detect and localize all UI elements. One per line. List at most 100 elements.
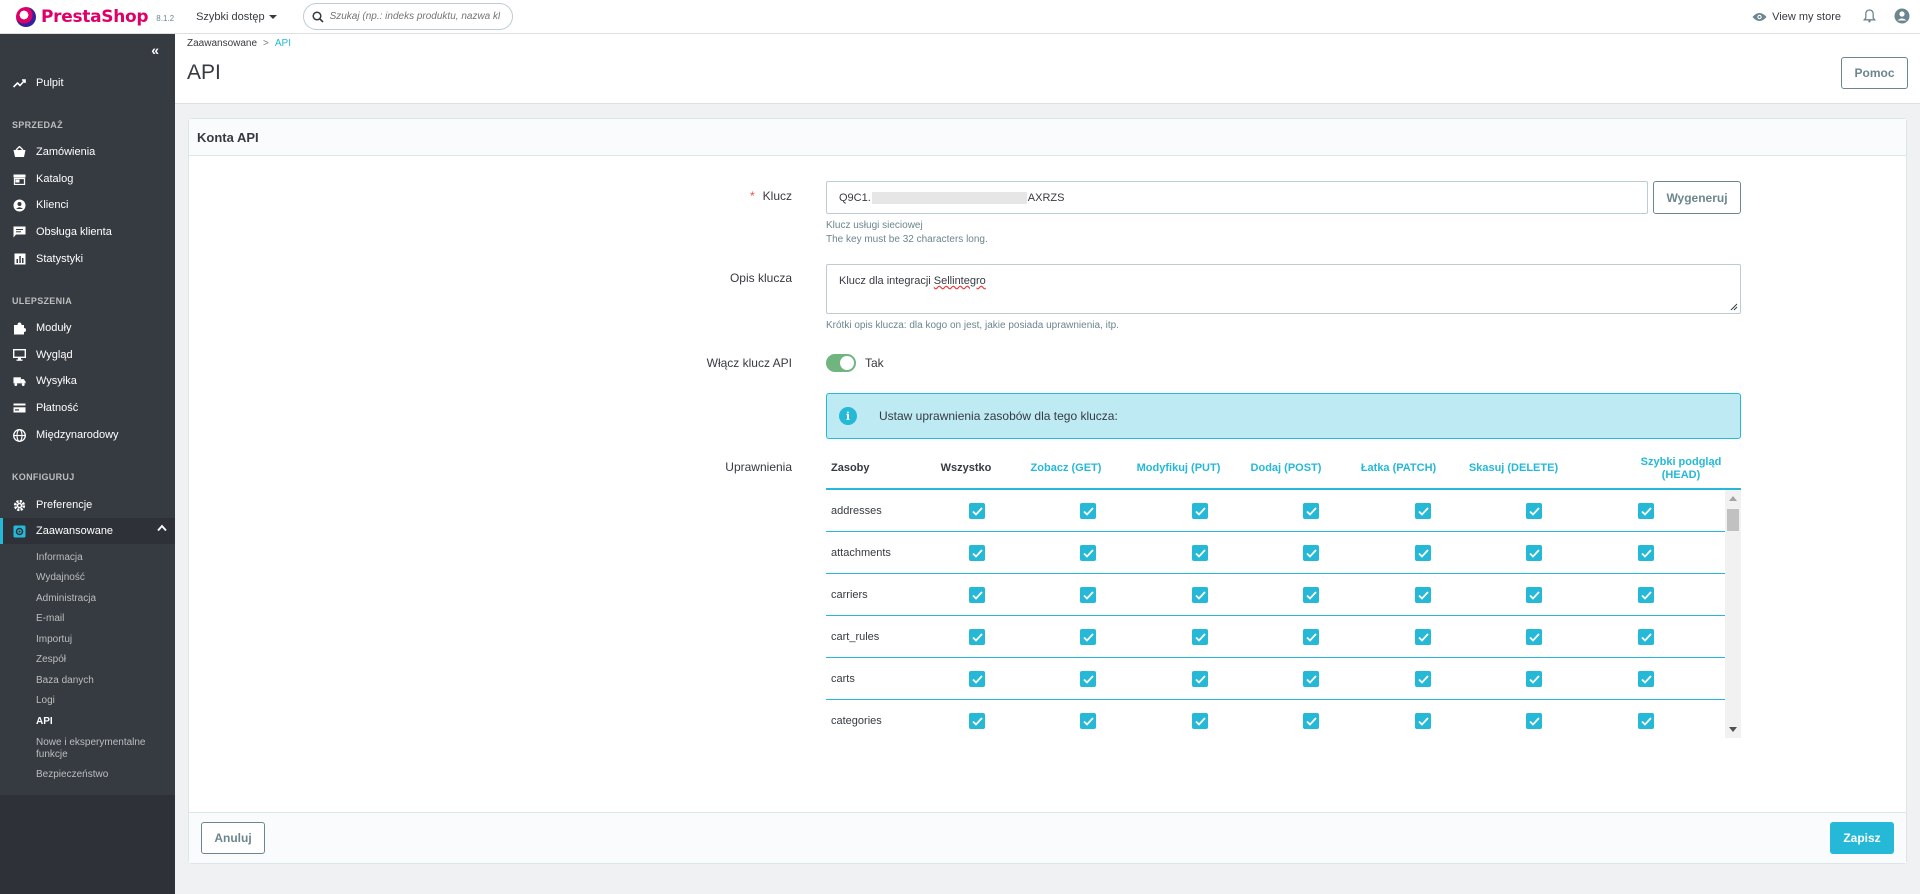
search-box[interactable] [302,3,513,30]
sidebar-item-stats[interactable]: Statystyki [0,248,175,270]
checkbox-delete[interactable] [1526,713,1542,729]
checkbox-all[interactable] [969,545,985,561]
permissions-label: Uprawnienia [725,460,792,474]
checkbox-post[interactable] [1303,587,1319,603]
checkbox-put[interactable] [1192,503,1208,519]
checkbox-put[interactable] [1192,713,1208,729]
collapse-sidebar-icon[interactable]: « [151,42,159,58]
checkbox-head[interactable] [1638,587,1654,603]
checkbox-post[interactable] [1303,713,1319,729]
sidebar-item-shipping[interactable]: Wysyłka [0,370,175,392]
checkbox-head[interactable] [1638,503,1654,519]
sidebar-item-design[interactable]: Wygląd [0,344,175,366]
subnav-new-experimental-features[interactable]: Nowe i eksperymentalne funkcje [36,737,166,761]
help-button[interactable]: Pomoc [1841,57,1908,89]
checkbox-patch[interactable] [1415,545,1431,561]
scroll-down-arrow-icon[interactable] [1729,727,1737,732]
checkbox-get[interactable] [1080,587,1096,603]
prestashop-logo[interactable]: PrestaShop 8.1.2 [16,6,174,27]
sidebar-item-dashboard[interactable]: Pulpit [0,72,175,94]
sidebar-item-customers[interactable]: Klienci [0,194,175,216]
checkbox-get[interactable] [1080,713,1096,729]
checkbox-head[interactable] [1638,671,1654,687]
col-post[interactable]: Dodaj (POST) [1236,449,1336,488]
checkbox-put[interactable] [1192,671,1208,687]
checkbox-all[interactable] [969,587,985,603]
search-input[interactable] [329,11,500,22]
cancel-button[interactable]: Anuluj [201,822,265,854]
save-button[interactable]: Zapisz [1830,822,1894,854]
permissions-scrollbar[interactable] [1725,490,1741,738]
checkbox-all[interactable] [969,671,985,687]
checkbox-put[interactable] [1192,587,1208,603]
checkbox-delete[interactable] [1526,545,1542,561]
checkbox-patch[interactable] [1415,629,1431,645]
checkbox-put[interactable] [1192,545,1208,561]
sidebar-item-preferences[interactable]: Preferencje [0,494,175,516]
checkbox-get[interactable] [1080,629,1096,645]
subnav-import[interactable]: Importuj [36,634,72,646]
checkbox-delete[interactable] [1526,503,1542,519]
checkbox-get[interactable] [1080,503,1096,519]
checkbox-put[interactable] [1192,629,1208,645]
checkbox-get[interactable] [1080,671,1096,687]
checkmark-icon [1082,632,1094,642]
sidebar-item-customer-service[interactable]: Obsługa klienta [0,221,175,243]
checkbox-patch[interactable] [1415,713,1431,729]
subnav-email[interactable]: E-mail [36,613,64,625]
sidebar-item-international[interactable]: Międzynarodowy [0,424,175,446]
sidebar-item-payment[interactable]: Płatność [0,397,175,419]
subnav-performance[interactable]: Wydajność [36,572,85,584]
user-account-icon[interactable] [1894,8,1910,27]
col-get[interactable]: Zobacz (GET) [1011,449,1121,488]
page-title: API [187,61,221,84]
checkbox-head[interactable] [1638,545,1654,561]
subnav-logs[interactable]: Logi [36,695,55,707]
col-put[interactable]: Modyfikuj (PUT) [1121,449,1236,488]
subnav-team[interactable]: Zespół [36,654,66,666]
checkbox-post[interactable] [1303,629,1319,645]
sidebar-item-advanced[interactable]: Zaawansowane [0,518,175,544]
sidebar-item-catalog[interactable]: Katalog [0,168,175,190]
scroll-up-arrow-icon[interactable] [1729,496,1737,501]
col-head[interactable]: Szybki podgląd (HEAD) [1636,449,1726,488]
col-patch[interactable]: Łatka (PATCH) [1341,449,1456,488]
description-textarea[interactable]: Klucz dla integracji Sellintegro [826,264,1741,314]
col-delete[interactable]: Skasuj (DELETE) [1456,449,1571,488]
scroll-thumb[interactable] [1727,509,1739,531]
checkbox-delete[interactable] [1526,587,1542,603]
checkmark-icon [1528,590,1540,600]
breadcrumb-current[interactable]: API [275,38,291,49]
subnav-information[interactable]: Informacja [36,552,83,564]
enable-key-toggle[interactable] [826,354,856,372]
subnav-security[interactable]: Bezpieczeństwo [36,769,108,781]
checkbox-all[interactable] [969,713,985,729]
breadcrumb-parent[interactable]: Zaawansowane [187,38,257,49]
checkbox-get[interactable] [1080,545,1096,561]
regenerate-key-button[interactable]: Wygeneruj [1653,181,1741,214]
sidebar-item-orders[interactable]: Zamówienia [0,141,175,163]
checkbox-all[interactable] [969,503,985,519]
checkbox-patch[interactable] [1415,587,1431,603]
checkbox-head[interactable] [1638,713,1654,729]
sidebar-item-modules[interactable]: Moduły [0,317,175,339]
subnav-administration[interactable]: Administracja [36,593,96,605]
quick-access-dropdown[interactable]: Szybki dostęp [196,11,277,23]
checkbox-delete[interactable] [1526,671,1542,687]
checkbox-post[interactable] [1303,503,1319,519]
view-store-link[interactable]: View my store [1752,11,1841,23]
subnav-api[interactable]: API [36,716,53,728]
checkbox-post[interactable] [1303,671,1319,687]
subnav-database[interactable]: Baza danych [36,675,94,687]
checkbox-delete[interactable] [1526,629,1542,645]
checkbox-patch[interactable] [1415,671,1431,687]
checkbox-all[interactable] [969,629,985,645]
checkbox-post[interactable] [1303,545,1319,561]
checkbox-patch[interactable] [1415,503,1431,519]
sidebar-item-label: Wysyłka [36,375,77,387]
checkbox-head[interactable] [1638,629,1654,645]
resize-handle-icon[interactable] [1730,303,1738,311]
key-input[interactable]: Q9C1. AXRZS [826,181,1648,214]
checkmark-icon [1528,716,1540,726]
notifications-bell-icon[interactable] [1862,8,1877,26]
